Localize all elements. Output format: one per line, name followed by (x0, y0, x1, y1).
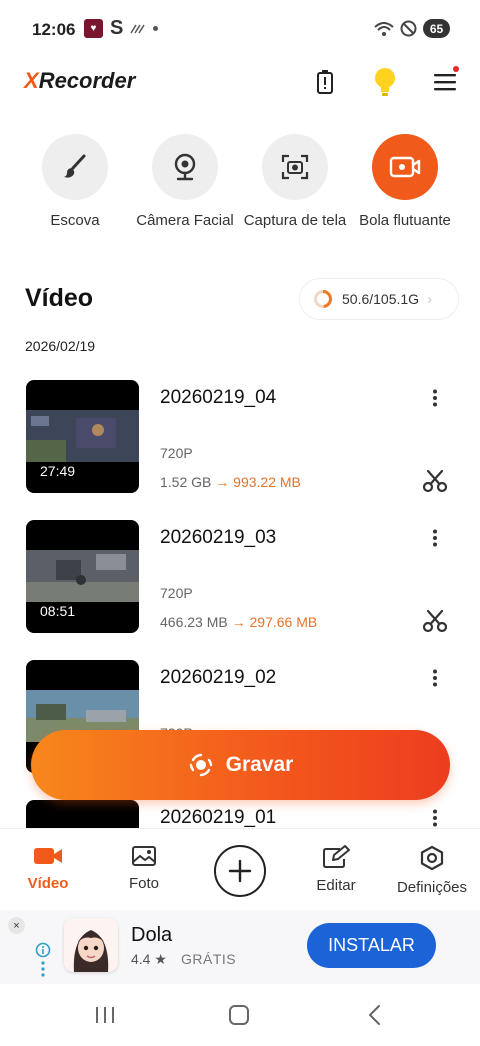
nav-settings[interactable]: Definições (384, 845, 480, 896)
tool-brush[interactable]: Escova (15, 134, 135, 229)
battery-alert-icon[interactable] (307, 64, 343, 100)
video-thumbnail[interactable] (26, 800, 139, 828)
wifi-icon (374, 21, 394, 36)
more-options-icon[interactable] (425, 668, 445, 688)
app-logo: XRecorder (24, 68, 136, 93)
video-list-item[interactable]: 20260219_01 (0, 800, 480, 828)
photo-icon (132, 846, 156, 866)
bottom-navigation: Vídeo Foto Editar Definições (0, 828, 480, 910)
settings-icon (420, 845, 444, 871)
scissors-icon[interactable] (420, 466, 450, 496)
ad-app-icon[interactable] (64, 918, 118, 972)
video-resolution: 720P (160, 445, 193, 461)
storage-ring-icon (314, 290, 332, 308)
ad-rating: 4.4 ★ (131, 951, 167, 967)
tool-face-camera[interactable]: Câmera Facial (125, 134, 245, 229)
section-title: Vídeo (25, 284, 94, 312)
quick-tools: Escova Câmera Facial Captura de tela Bol… (0, 134, 480, 234)
tool-label: Câmera Facial (136, 212, 234, 229)
do-not-disturb-icon (400, 20, 417, 37)
record-button[interactable]: Gravar (31, 730, 450, 800)
brush-icon[interactable] (42, 134, 108, 200)
lightbulb-icon[interactable] (367, 64, 403, 100)
ad-info-icon[interactable] (35, 942, 51, 983)
tool-floating-ball[interactable]: Bola flutuante (345, 134, 465, 229)
status-time: 12:06 (32, 20, 76, 39)
record-icon (189, 753, 212, 777)
nav-label: Vídeo (27, 875, 69, 892)
more-options-icon[interactable] (425, 528, 445, 548)
close-icon[interactable]: × (8, 917, 25, 934)
tool-label: Captura de tela (243, 212, 347, 229)
tool-label: Escova (50, 212, 100, 229)
game-scene-thumbnail (26, 550, 139, 602)
signal-slash-icon (130, 24, 145, 33)
ad-banner[interactable]: × Dola 4.4 ★ GRÁTIS INSTALAR (0, 910, 480, 984)
nav-label: Editar (316, 877, 356, 894)
status-right-icons: 65 (374, 19, 450, 38)
nav-label: Definições (396, 879, 468, 896)
app-notification-icon: ♥ (84, 19, 103, 38)
video-list-item[interactable]: 08:51 20260219_03 720P 466.23 MB → 297.6… (0, 520, 480, 640)
video-camera-icon (34, 848, 62, 864)
tool-screenshot[interactable]: Captura de tela (235, 134, 355, 229)
video-duration: 08:51 (40, 603, 76, 619)
video-title[interactable]: 20260219_03 (160, 527, 276, 549)
video-title[interactable]: 20260219_02 (160, 667, 276, 689)
status-left-icons: ♥ S (84, 17, 159, 39)
home-icon[interactable] (219, 1000, 259, 1030)
recents-icon[interactable] (85, 1000, 125, 1030)
nav-photo[interactable]: Foto (96, 845, 192, 892)
battery-icon: 65 (423, 19, 450, 38)
date-label: 2026/02/19 (25, 338, 96, 354)
video-resolution: 720P (160, 585, 193, 601)
menu-icon[interactable] (427, 64, 463, 100)
plus-circle-icon[interactable] (214, 845, 266, 897)
status-bar: 12:06 ♥ S 65 (0, 0, 480, 60)
nav-edit[interactable]: Editar (288, 845, 384, 894)
video-thumbnail[interactable]: 08:51 (26, 520, 139, 633)
system-navigation-bar (0, 984, 480, 1046)
video-thumbnail[interactable]: 27:49 (26, 380, 139, 493)
video-duration: 27:49 (40, 463, 76, 479)
ad-app-name: Dola (131, 924, 173, 946)
install-button[interactable]: INSTALAR (307, 923, 436, 968)
game-scene-thumbnail (26, 410, 139, 462)
notification-dot (453, 66, 459, 72)
nav-label: Foto (128, 875, 159, 892)
ad-price: GRÁTIS (181, 951, 237, 967)
storage-indicator[interactable]: 50.6/105.1G › (299, 278, 459, 320)
dot-icon (153, 26, 159, 31)
chevron-right-icon: › (427, 290, 433, 308)
storage-text: 50.6/105.1G (342, 291, 420, 307)
more-options-icon[interactable] (425, 808, 445, 828)
video-title[interactable]: 20260219_04 (160, 387, 276, 409)
record-label: Gravar (225, 753, 294, 776)
nav-video[interactable]: Vídeo (0, 845, 96, 892)
video-list-item[interactable]: 27:49 20260219_04 720P 1.52 GB → 993.22 … (0, 380, 480, 500)
tool-label: Bola flutuante (359, 212, 451, 229)
webcam-icon[interactable] (152, 134, 218, 200)
screenshot-camera-icon[interactable] (262, 134, 328, 200)
floating-ball-icon[interactable] (372, 134, 438, 200)
back-icon[interactable] (354, 1000, 394, 1030)
video-size: 1.52 GB → 993.22 MB (160, 474, 301, 490)
scissors-icon[interactable] (420, 606, 450, 636)
s-icon: S (110, 17, 124, 39)
more-options-icon[interactable] (425, 388, 445, 408)
app-bar: XRecorder (0, 60, 480, 104)
video-title[interactable]: 20260219_01 (160, 807, 276, 828)
edit-icon (323, 845, 350, 868)
video-size: 466.23 MB → 297.66 MB (160, 614, 318, 630)
